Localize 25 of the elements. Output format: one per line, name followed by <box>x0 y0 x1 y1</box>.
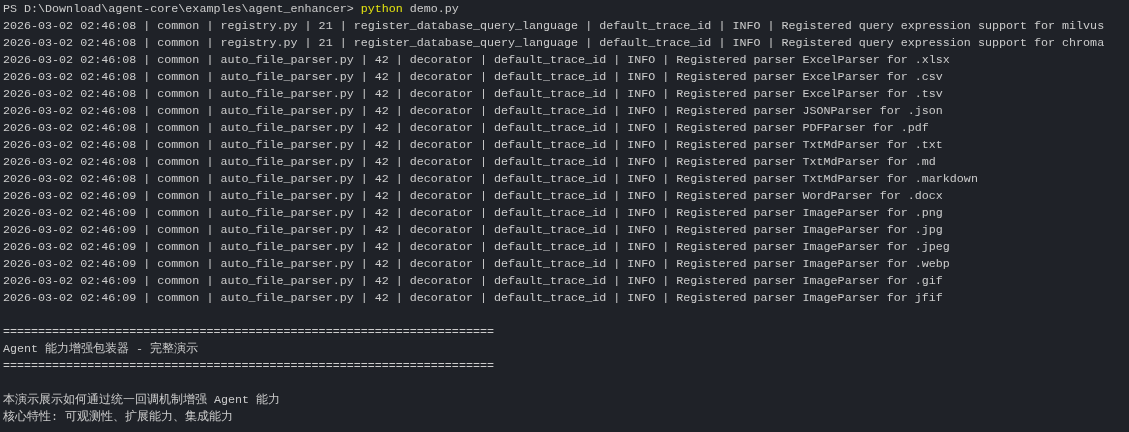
log-line: 2026-03-02 02:46:08 | common | auto_file_parser.py | 42 | decorator | default_trace_id | INFO | Registered parser ExcelParser for .xlsx <box>3 52 950 69</box>
log-line: 2026-03-02 02:46:08 | common | auto_file_parser.py | 42 | decorator | default_trace_id | INFO | Registered parser TxtMdParser for .txt <box>3 137 943 154</box>
command-argument: demo.py <box>409 1 459 18</box>
log-line: 2026-03-02 02:46:09 | common | auto_file_parser.py | 42 | decorator | default_trace_id | INFO | Registered parser ImageParser for .gif <box>3 273 943 290</box>
output-line: 本演示展示如何通过统一回调机制增强 Agent 能力 <box>3 392 281 409</box>
log-line: 2026-03-02 02:46:08 | common | auto_file_parser.py | 42 | decorator | default_trace_id | INFO | Registered parser JSONParser for .json <box>3 103 943 120</box>
log-line: 2026-03-02 02:46:08 | common | auto_file_parser.py | 42 | decorator | default_trace_id | INFO | Registered parser ExcelParser for .csv <box>3 69 943 86</box>
log-line: 2026-03-02 02:46:09 | common | auto_file_parser.py | 42 | decorator | default_trace_id | INFO | Registered parser WordParser for .docx <box>3 188 943 205</box>
log-line: 2026-03-02 02:46:09 | common | auto_file_parser.py | 42 | decorator | default_trace_id | INFO | Registered parser ImageParser for .jpeg <box>3 239 950 256</box>
log-line: 2026-03-02 02:46:08 | common | auto_file_parser.py | 42 | decorator | default_trace_id | INFO | Registered parser TxtMdParser for .markdown <box>3 171 978 188</box>
log-line: 2026-03-02 02:46:08 | common | auto_file_parser.py | 42 | decorator | default_trace_id | INFO | Registered parser PDFParser for .pdf <box>3 120 929 137</box>
output-line: 核心特性: 可观测性、扩展能力、集成能力 <box>3 409 234 426</box>
log-line: 2026-03-02 02:46:09 | common | auto_file_parser.py | 42 | decorator | default_trace_id | INFO | Registered parser ImageParser for .webp <box>3 256 950 273</box>
log-line: 2026-03-02 02:46:08 | common | registry.py | 21 | register_database_query_language | default_trace_id | INFO | Registered query expression support for milvus <box>3 18 1105 35</box>
separator-line: ====================================================================== <box>3 358 494 375</box>
separator-line: ====================================================================== <box>3 324 494 341</box>
log-line: 2026-03-02 02:46:09 | common | auto_file_parser.py | 42 | decorator | default_trace_id | INFO | Registered parser ImageParser for jfif <box>3 290 943 307</box>
command-text: python <box>360 1 403 18</box>
log-line: 2026-03-02 02:46:09 | common | auto_file_parser.py | 42 | decorator | default_trace_id | INFO | Registered parser ImageParser for .png <box>3 205 943 222</box>
banner-title: Agent 能力增强包装器 - 完整演示 <box>3 341 199 358</box>
prompt-text: PS D:\Download\agent-core\examples\agent_enhancer> <box>3 1 354 18</box>
log-line: 2026-03-02 02:46:08 | common | auto_file_parser.py | 42 | decorator | default_trace_id | INFO | Registered parser TxtMdParser for .md <box>3 154 936 171</box>
log-line: 2026-03-02 02:46:09 | common | auto_file_parser.py | 42 | decorator | default_trace_id | INFO | Registered parser ImageParser for .jpg <box>3 222 943 239</box>
log-line: 2026-03-02 02:46:08 | common | registry.py | 21 | register_database_query_language | default_trace_id | INFO | Registered query expression support for chroma <box>3 35 1105 52</box>
log-line: 2026-03-02 02:46:08 | common | auto_file_parser.py | 42 | decorator | default_trace_id | INFO | Registered parser ExcelParser for .tsv <box>3 86 943 103</box>
